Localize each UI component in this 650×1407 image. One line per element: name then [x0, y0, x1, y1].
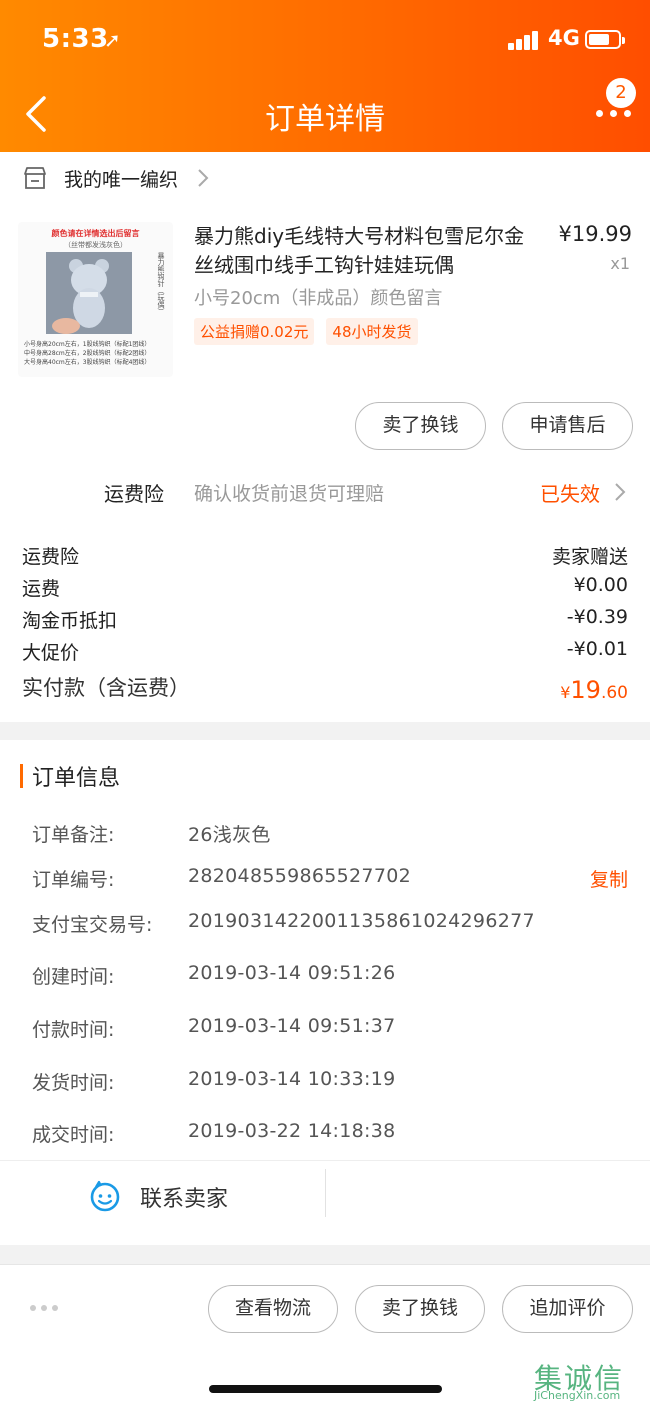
shop-name: 我的唯一编织: [64, 168, 179, 191]
add-review-button[interactable]: 追加评价: [502, 1285, 633, 1333]
watermark-logo: 集诚信 JiChengXin.com: [520, 1357, 646, 1403]
product-sku: 小号20cm（非成品）颜色留言: [194, 288, 443, 309]
status-bar: 5:33 ➚ 4G: [0, 22, 650, 62]
info-row-order-number: 订单编号: 282048559865527702 复制: [0, 865, 650, 895]
fee-label: 大促价: [22, 642, 80, 664]
total-label: 实付款（含运费）: [22, 676, 190, 700]
view-logistics-button[interactable]: 查看物流: [208, 1285, 338, 1333]
info-value: 2019-03-14 10:33:19: [188, 1068, 396, 1090]
shop-icon: [24, 167, 46, 189]
chevron-right-icon: [615, 483, 626, 501]
home-indicator[interactable]: [209, 1385, 442, 1393]
image-side-text: 暴力熊钩针（玩偶）: [157, 252, 165, 315]
info-label: 订单备注:: [32, 824, 115, 846]
signal-icon: [508, 30, 542, 50]
info-label: 支付宝交易号:: [32, 914, 153, 936]
image-caption: 颜色请在详情选出后留言: [51, 229, 140, 238]
bottom-action-bar: 查看物流 卖了换钱 追加评价 集诚信 JiChengXin.com: [0, 1264, 650, 1407]
status-time: 5:33: [42, 24, 109, 54]
page-title: 订单详情: [265, 102, 385, 137]
info-row-paid: 付款时间: 2019-03-14 09:51:37: [0, 1015, 650, 1045]
info-value: 2019031422001135861024296277: [188, 910, 535, 932]
info-row-alipay-id: 支付宝交易号: 2019031422001135861024296277: [0, 910, 650, 940]
insurance-status: 已失效: [540, 482, 600, 506]
image-size-lines: 小号身高20cm左右，1股线钩织（标配1团线） 中号身高28cm左右，2股线钩织…: [24, 341, 151, 366]
fee-label: 运费: [22, 578, 61, 600]
info-value: 2019-03-22 14:18:38: [188, 1120, 396, 1142]
shop-link[interactable]: 我的唯一编织: [22, 158, 210, 198]
image-subcaption: （丝带都发浅灰色）: [64, 241, 127, 249]
bear-photo: [46, 252, 132, 334]
sell-exchange-button[interactable]: 卖了换钱: [355, 402, 486, 450]
info-row-completed: 成交时间: 2019-03-22 14:18:38: [0, 1120, 650, 1150]
fee-label: 运费险: [22, 546, 80, 568]
header: 5:33 ➚ 4G 订单详情 2: [0, 0, 650, 152]
contact-seller-button[interactable]: 联系卖家: [140, 1181, 228, 1213]
info-row-created: 创建时间: 2019-03-14 09:51:26: [0, 962, 650, 992]
watermark-url: JiChengXin.com: [534, 1389, 621, 1402]
product-quantity: x1: [610, 254, 630, 273]
network-type: 4G: [548, 26, 580, 50]
info-value: 282048559865527702: [188, 865, 411, 887]
battery-icon: [585, 30, 625, 49]
insurance-label: 运费险: [104, 482, 164, 506]
info-label: 订单编号:: [32, 869, 115, 891]
fee-row: 淘金币抵扣 -¥0.39: [0, 606, 650, 636]
tag-charity: 公益捐赠0.02元: [194, 318, 315, 345]
info-label: 创建时间:: [32, 966, 115, 988]
product-tags: 公益捐赠0.02元 48小时发货: [194, 318, 418, 345]
fee-value: 卖家赠送: [551, 546, 628, 568]
heading-accent-bar: [20, 764, 23, 788]
copy-order-number-button[interactable]: 复制: [590, 865, 628, 892]
info-row-shipped: 发货时间: 2019-03-14 10:33:19: [0, 1068, 650, 1098]
fee-row: 运费 ¥0.00: [0, 574, 650, 604]
info-value: 2019-03-14 09:51:37: [188, 1015, 396, 1037]
info-label: 成交时间:: [32, 1124, 115, 1146]
order-info-card: 订单信息 订单备注: 26浅灰色 订单编号: 28204855986552770…: [0, 740, 650, 1245]
product-title[interactable]: 暴力熊diy毛线特大号材料包雪尼尔金丝绒围巾线手工钩针娃娃玩偶: [194, 222, 544, 280]
info-value: 26浅灰色: [188, 824, 271, 846]
order-info-heading: 订单信息: [20, 762, 121, 791]
contact-seller-bar: 联系卖家: [0, 1160, 650, 1240]
product-price: ¥19.99: [558, 222, 632, 246]
info-label: 付款时间:: [32, 1019, 115, 1041]
fee-value: -¥0.39: [566, 606, 628, 628]
divider: [325, 1169, 326, 1217]
sell-exchange-bottom-button[interactable]: 卖了换钱: [355, 1285, 485, 1333]
fee-row: 运费险 卖家赠送: [0, 542, 650, 572]
fee-label: 淘金币抵扣: [22, 610, 118, 632]
location-arrow-icon: ➚: [104, 28, 121, 52]
more-menu-button[interactable]: [596, 106, 636, 120]
info-label: 发货时间:: [32, 1072, 115, 1094]
insurance-description: 确认收货前退货可理赔: [194, 483, 385, 505]
customer-service-icon[interactable]: [88, 1179, 122, 1213]
after-sale-button[interactable]: 申请售后: [502, 402, 633, 450]
fee-value: -¥0.01: [566, 638, 628, 660]
fee-value: ¥0.00: [573, 574, 628, 596]
info-value: 2019-03-14 09:51:26: [188, 962, 396, 984]
total-amount: ¥19.60: [560, 676, 628, 704]
section-title: 订单信息: [32, 766, 121, 791]
fee-row: 大促价 -¥0.01: [0, 638, 650, 668]
product-image[interactable]: 颜色请在详情选出后留言 （丝带都发浅灰色） 暴力熊钩针（玩偶） 小号身高20cm…: [18, 222, 173, 377]
order-summary-card: 我的唯一编织 颜色请在详情选出后留言 （丝带都发浅灰色） 暴力熊钩针（玩偶） 小…: [0, 152, 650, 722]
chevron-right-icon: [198, 169, 209, 187]
notification-badge: 2: [606, 78, 636, 108]
info-row-remark: 订单备注: 26浅灰色: [0, 820, 650, 850]
shipping-insurance-row[interactable]: 运费险 确认收货前退货可理赔 已失效: [0, 472, 650, 514]
total-paid-row: 实付款（含运费） ¥19.60: [0, 672, 650, 704]
tag-shipping: 48小时发货: [326, 318, 418, 345]
more-actions-icon[interactable]: [30, 1305, 60, 1313]
